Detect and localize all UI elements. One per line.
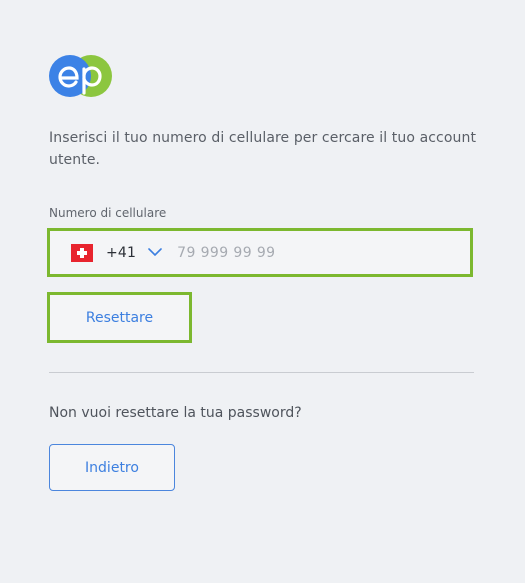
reset-button[interactable]: Resettare <box>47 292 192 343</box>
intro-text: Inserisci il tuo numero di cellulare per… <box>49 130 477 168</box>
chevron-down-icon[interactable] <box>147 245 163 261</box>
back-button[interactable]: Indietro <box>49 444 175 491</box>
phone-label: Numero di cellulare <box>49 206 167 220</box>
dial-code[interactable]: +41 <box>106 245 136 261</box>
phone-input[interactable] <box>177 244 378 261</box>
swiss-flag-icon[interactable] <box>71 243 93 262</box>
ep-logo <box>48 53 114 99</box>
divider <box>49 372 474 373</box>
phone-field[interactable]: +41 <box>47 228 473 277</box>
logo-graphic <box>49 55 112 97</box>
no-reset-text: Non vuoi resettare la tua password? <box>49 405 302 421</box>
